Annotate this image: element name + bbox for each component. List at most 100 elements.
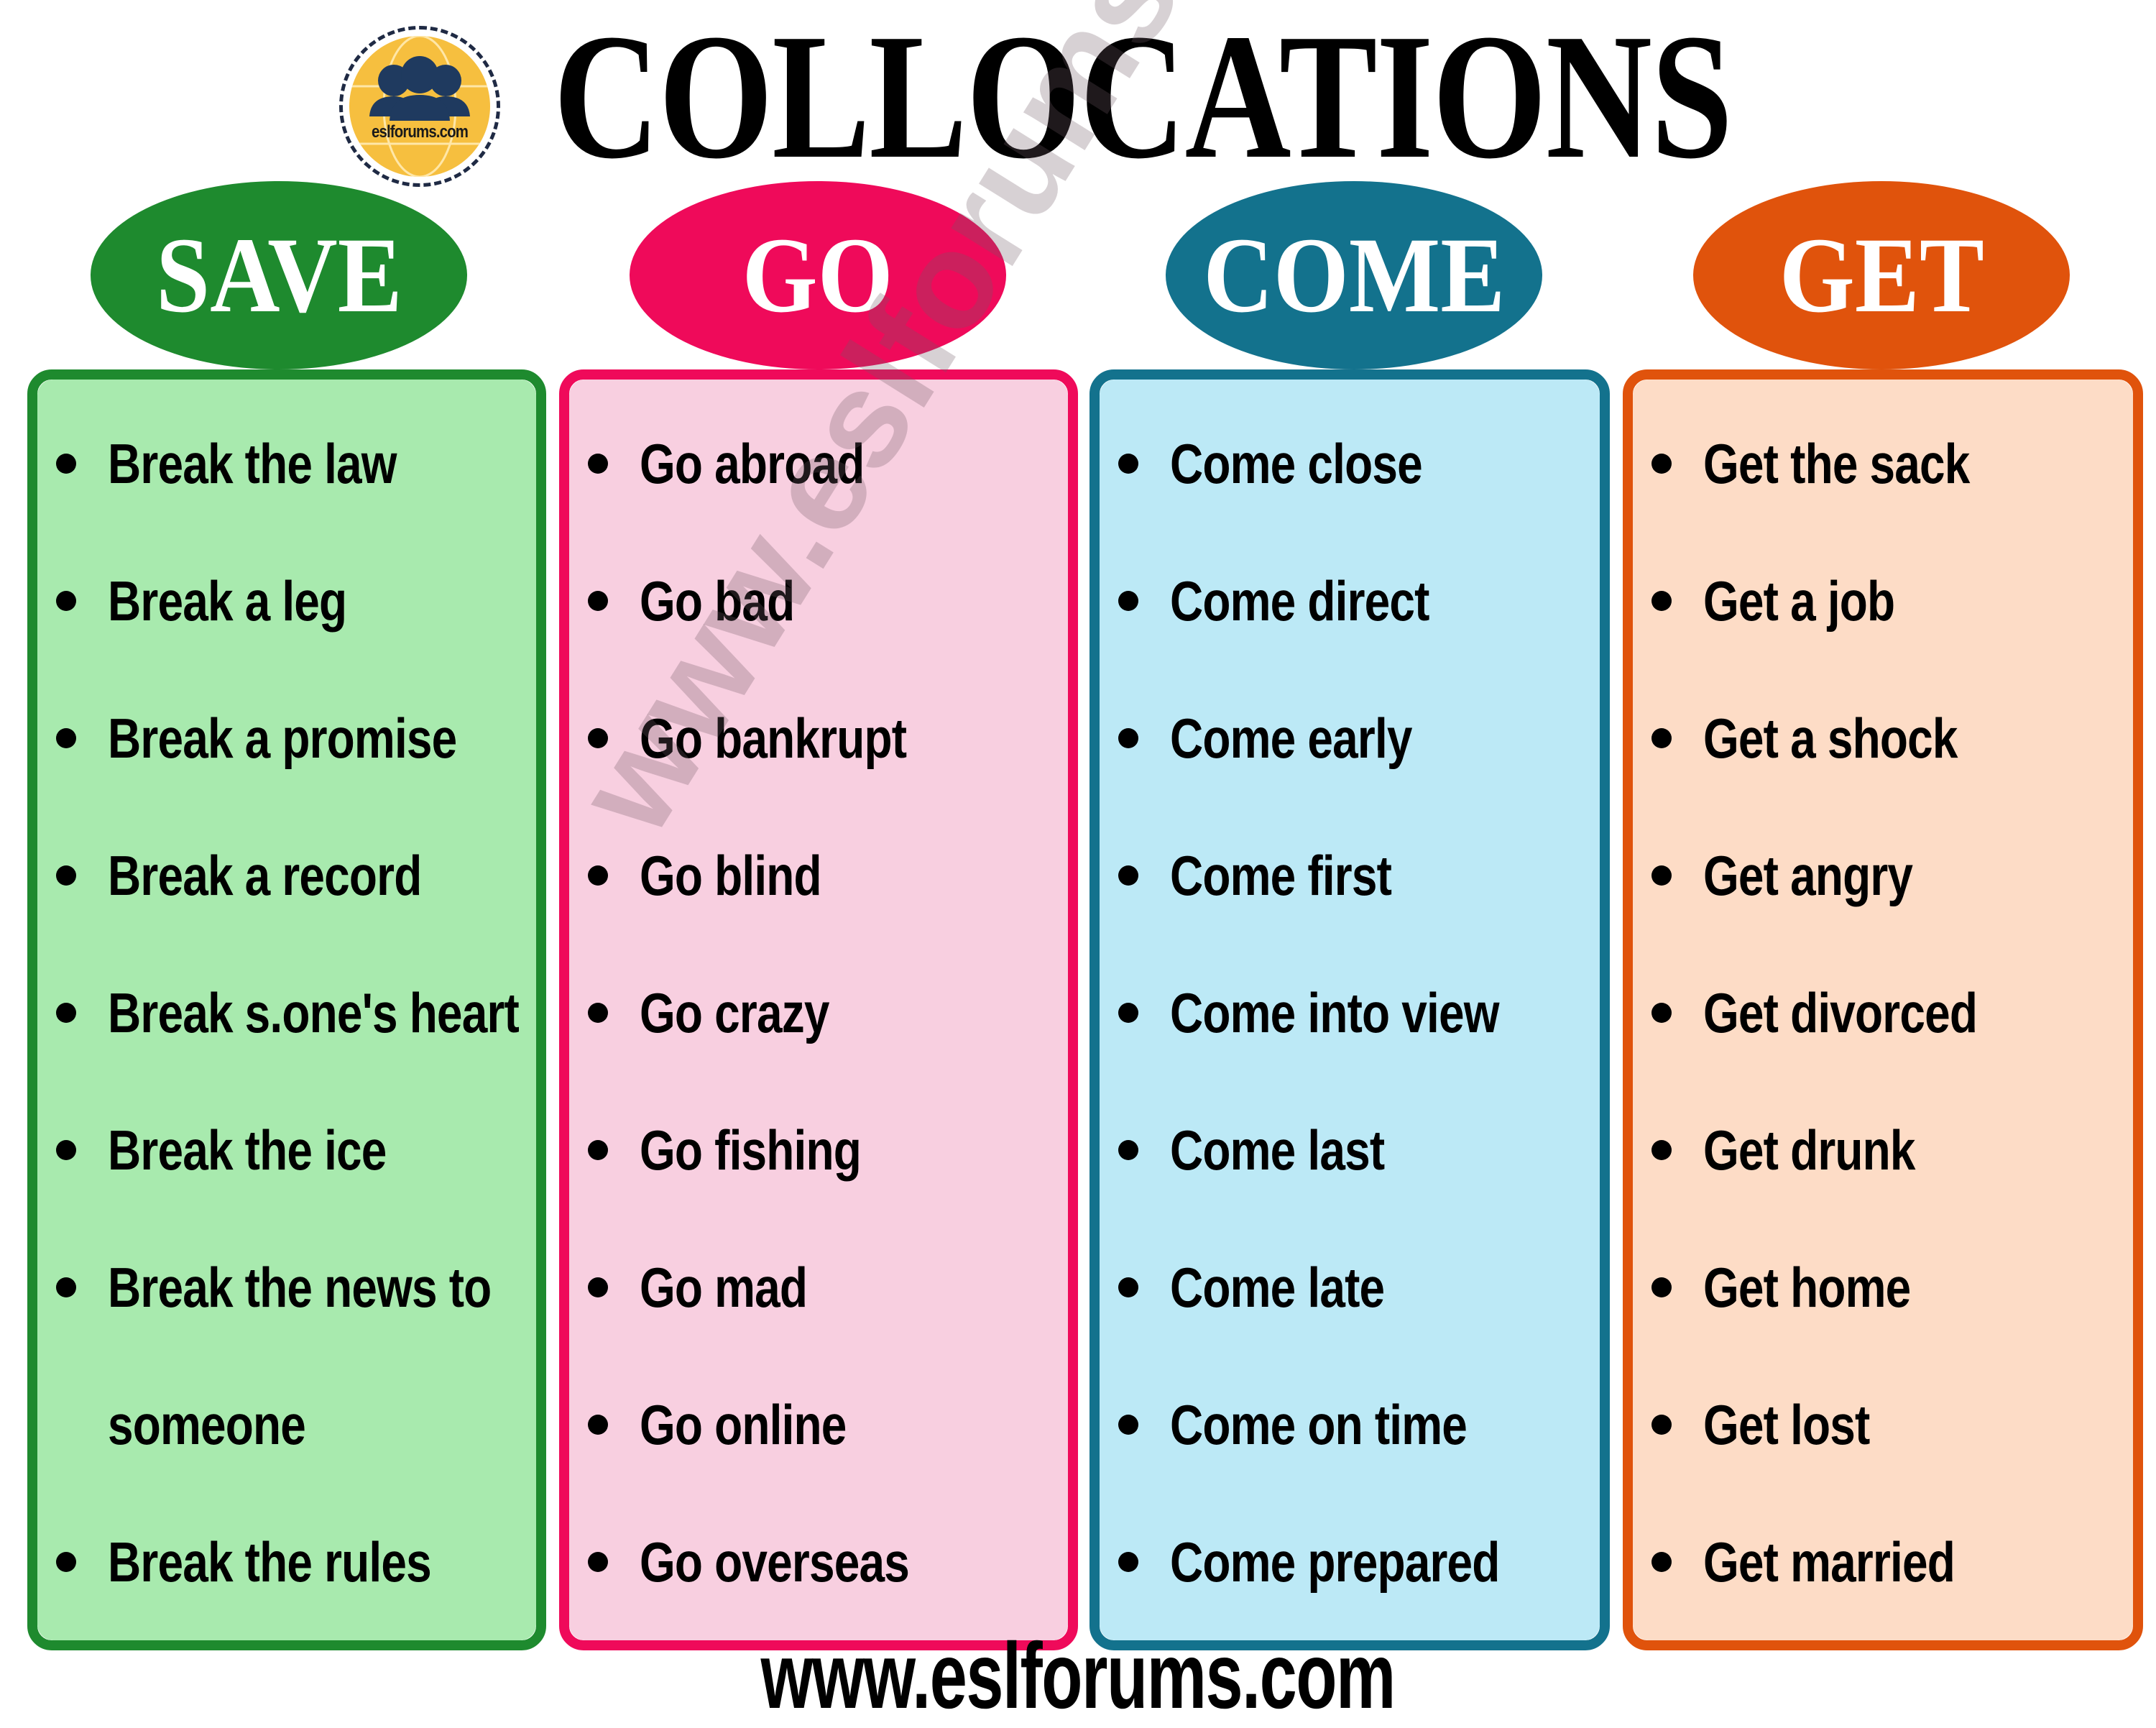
list-item: Get home bbox=[1651, 1248, 1956, 1327]
column-go: Go abroad Go bad Go bankrupt Go blind Go cra… bbox=[559, 369, 1078, 1650]
list-item: Break the ice bbox=[56, 1111, 448, 1190]
list-item: Get a shock bbox=[1651, 699, 2013, 778]
list-item: Go mad bbox=[588, 1248, 844, 1327]
list-item-text: Get a job bbox=[1703, 569, 1895, 633]
bullet-icon bbox=[1651, 1415, 1672, 1435]
list-item-text: Get home bbox=[1703, 1255, 1911, 1319]
heading-save: SAVE bbox=[91, 181, 467, 369]
list-item-text: Go bad bbox=[640, 569, 795, 633]
page-title: COLLOCATIONS bbox=[553, 0, 1733, 196]
list-item-text: Come first bbox=[1170, 843, 1392, 907]
list-item: Come close bbox=[1118, 424, 1478, 503]
list-item-text: Break a record bbox=[108, 843, 422, 907]
bullet-icon bbox=[588, 1277, 608, 1297]
list-item-text: Get divorced bbox=[1703, 980, 1978, 1044]
list-item: Get angry bbox=[1651, 836, 1958, 915]
list-item-text: Break a leg bbox=[108, 569, 347, 633]
list-item-text: Go crazy bbox=[640, 980, 829, 1044]
bullet-icon bbox=[1118, 1277, 1138, 1297]
list-item: Get divorced bbox=[1651, 973, 2037, 1052]
list-item: Go bankrupt bbox=[588, 699, 965, 778]
list-item: Go online bbox=[588, 1385, 892, 1464]
heading-label: GO bbox=[742, 216, 894, 335]
list-item-text: Go online bbox=[640, 1392, 847, 1456]
footer-url-text: www.eslforums.com bbox=[760, 1623, 1396, 1728]
bullet-icon bbox=[56, 591, 76, 611]
bullet-icon bbox=[1651, 591, 1672, 611]
bullet-icon bbox=[56, 865, 76, 886]
list-item-text: Go abroad bbox=[640, 431, 865, 495]
bullet-icon bbox=[588, 1552, 608, 1572]
list-item-text: Go blind bbox=[640, 843, 822, 907]
list-item-text: Break the ice bbox=[108, 1118, 387, 1182]
list-item-text: Get drunk bbox=[1703, 1118, 1916, 1182]
bullet-icon bbox=[1118, 591, 1138, 611]
bullet-icon bbox=[588, 1140, 608, 1160]
heading-label: SAVE bbox=[155, 216, 402, 335]
list-item: Go crazy bbox=[588, 973, 870, 1052]
heading-get: GET bbox=[1693, 181, 2070, 369]
list-item: Come on time bbox=[1118, 1385, 1532, 1464]
bullet-icon bbox=[56, 454, 76, 474]
list-item: Come into view bbox=[1118, 973, 1571, 1052]
list-item-text: Break the law bbox=[108, 431, 397, 495]
bullet-icon bbox=[1118, 1552, 1138, 1572]
list-item: Get married bbox=[1651, 1522, 2010, 1601]
list-item-text: Break the rules bbox=[108, 1530, 432, 1594]
list-item: Break a record bbox=[56, 836, 490, 915]
list-item-text: Come into view bbox=[1170, 980, 1499, 1044]
bullet-icon bbox=[56, 728, 76, 748]
list-item-text: Get married bbox=[1703, 1530, 1955, 1594]
bullet-icon bbox=[56, 1003, 76, 1023]
list-item-text: Come last bbox=[1170, 1118, 1385, 1182]
bullet-icon bbox=[1118, 1003, 1138, 1023]
list-item: Break the law bbox=[56, 424, 460, 503]
list-item: Break the news to bbox=[56, 1248, 576, 1327]
heading-come: COME bbox=[1166, 181, 1542, 369]
list-item-text: Come direct bbox=[1170, 569, 1429, 633]
bullet-icon bbox=[588, 1003, 608, 1023]
list-item: Get the sack bbox=[1651, 424, 2028, 503]
eslforums-logo: eslforums.com bbox=[339, 26, 500, 187]
bullet-icon bbox=[1651, 1552, 1672, 1572]
bullet-icon bbox=[56, 1277, 76, 1297]
bullet-icon bbox=[56, 1552, 76, 1572]
list-item-text: Break the news to bbox=[108, 1255, 492, 1319]
list-item: Get lost bbox=[1651, 1385, 1906, 1464]
list-item-text: Get angry bbox=[1703, 843, 1913, 907]
bullet-icon bbox=[588, 1415, 608, 1435]
heading-label: COME bbox=[1203, 216, 1505, 335]
list-item: Go abroad bbox=[588, 424, 913, 503]
list-item: Come last bbox=[1118, 1111, 1432, 1190]
list-item: Go overseas bbox=[588, 1522, 968, 1601]
column-get: Get the sack Get a job Get a shock Get angr… bbox=[1623, 369, 2143, 1650]
bullet-icon bbox=[588, 454, 608, 474]
people-globe-icon bbox=[349, 36, 490, 177]
list-item: Break a leg bbox=[56, 561, 399, 640]
list-item-text: Come late bbox=[1170, 1255, 1385, 1319]
list-item: Get a job bbox=[1651, 561, 1937, 640]
bullet-icon bbox=[1651, 728, 1672, 748]
bullet-icon bbox=[1118, 1415, 1138, 1435]
bullet-icon bbox=[1651, 865, 1672, 886]
list-item-text: Break a promise bbox=[108, 706, 457, 770]
bullet-icon bbox=[588, 728, 608, 748]
list-item-text: Come prepared bbox=[1170, 1530, 1500, 1594]
list-item-text: Go mad bbox=[640, 1255, 808, 1319]
list-item-text: Go overseas bbox=[640, 1530, 910, 1594]
list-item: Go blind bbox=[588, 836, 861, 915]
footer-url: www.eslforums.com bbox=[0, 1629, 2156, 1722]
list-item: Get drunk bbox=[1651, 1111, 1961, 1190]
list-item-text: Come early bbox=[1170, 706, 1412, 770]
list-item-text: Go fishing bbox=[640, 1118, 862, 1182]
bullet-icon bbox=[588, 591, 608, 611]
list-item-text: Break s.one's heart bbox=[108, 980, 520, 1044]
bullet-icon bbox=[1651, 1003, 1672, 1023]
list-item-text: someone bbox=[108, 1392, 306, 1456]
bullet-icon bbox=[1118, 454, 1138, 474]
bullet-icon bbox=[1118, 1140, 1138, 1160]
list-item: Come first bbox=[1118, 836, 1440, 915]
list-item-text: Get the sack bbox=[1703, 431, 1970, 495]
list-item-text: Come close bbox=[1170, 431, 1423, 495]
bullet-icon bbox=[1651, 1277, 1672, 1297]
